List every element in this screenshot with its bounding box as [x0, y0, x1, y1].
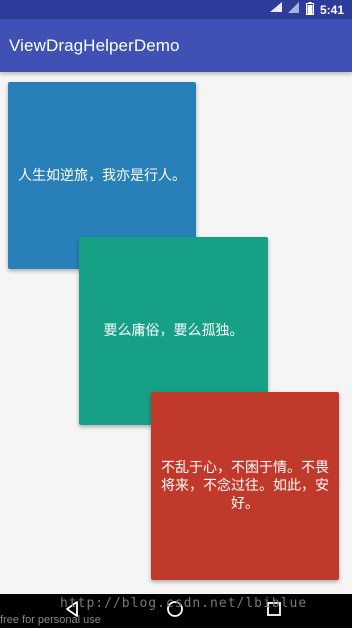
draggable-card-3[interactable]: 不乱于心，不困于情。不畏将来，不念过往。如此，安好。 [151, 392, 339, 580]
status-time: 5:41 [319, 2, 344, 17]
app-bar: ViewDragHelperDemo [0, 19, 352, 72]
signal-icon [287, 2, 300, 17]
app-title: ViewDragHelperDemo [9, 35, 180, 55]
status-bar: 5:41 [0, 0, 352, 19]
card-text-2: 要么庸俗，要么孤独。 [103, 323, 244, 339]
watermark-text: http://blog.csdn.net/lbiblue [60, 596, 308, 611]
wifi-icon [269, 2, 282, 17]
card-text-1: 人生如逆旅，我亦是行人。 [18, 167, 186, 184]
card-text-3: 不乱于心，不困于情。不畏将来，不念过往。如此，安好。 [161, 460, 329, 512]
footer-text: free for personal use [0, 614, 101, 626]
battery-icon [305, 1, 314, 18]
